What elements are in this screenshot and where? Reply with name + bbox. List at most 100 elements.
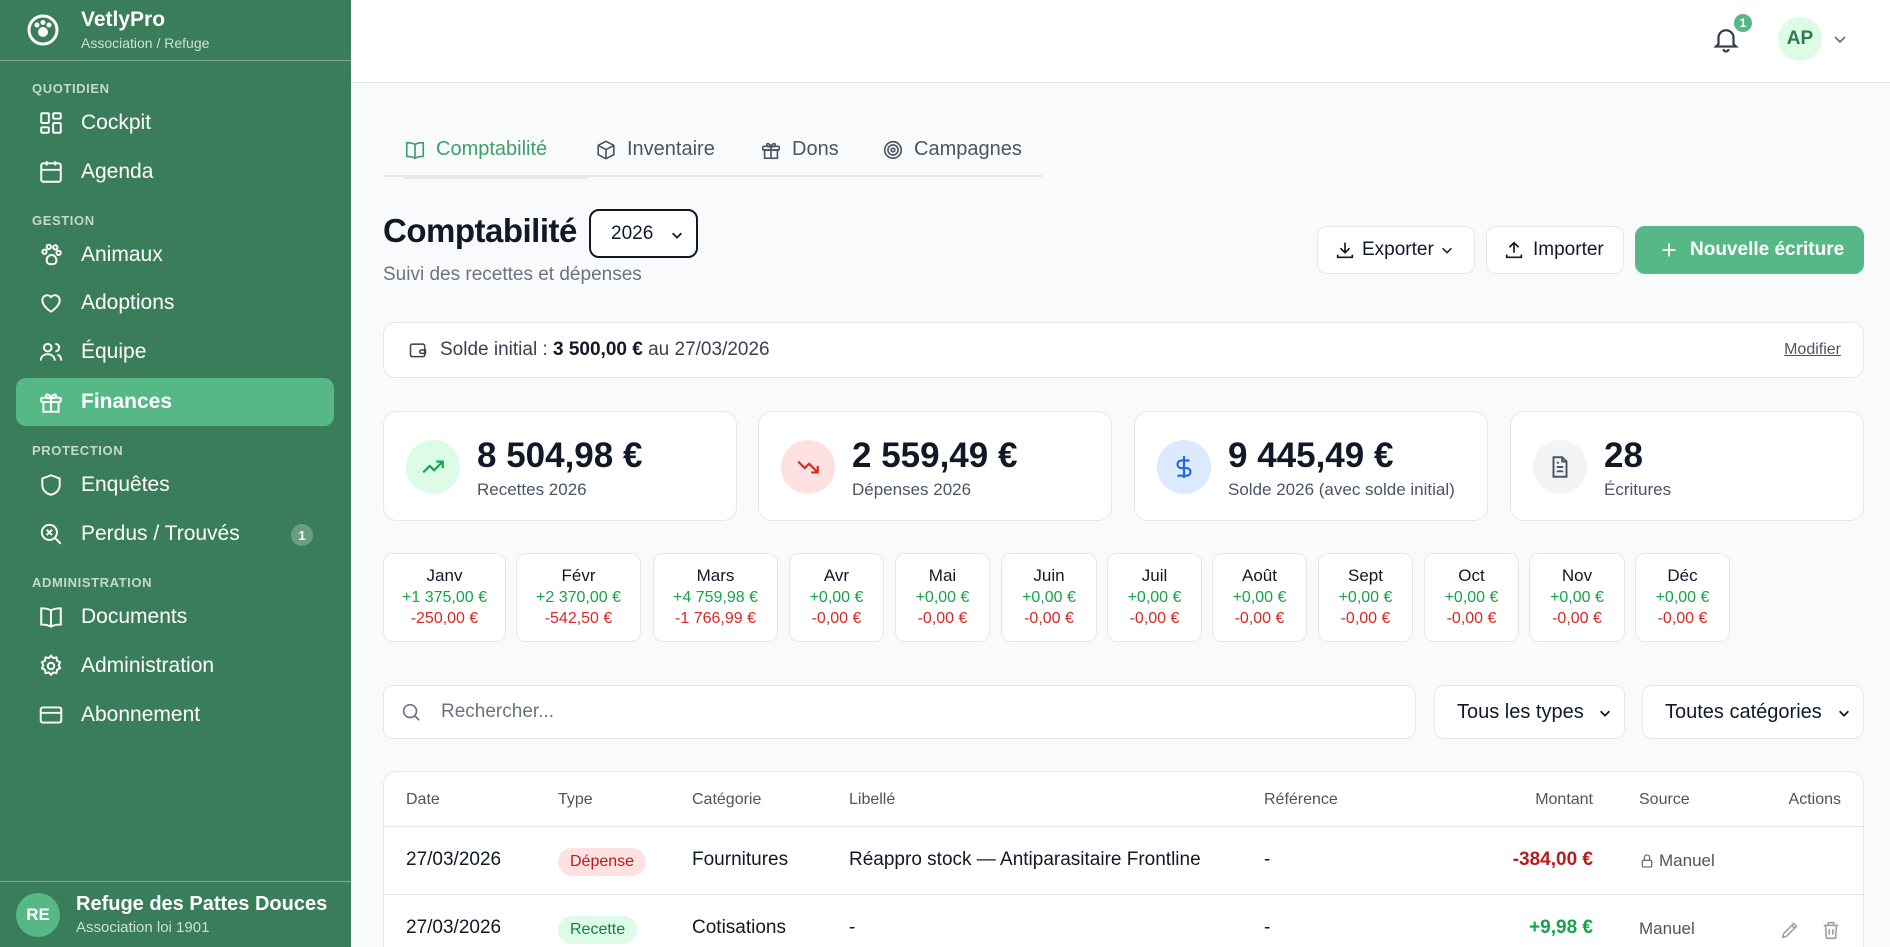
- sidebar-item-cockpit[interactable]: Cockpit: [16, 99, 334, 147]
- month-income: +0,00 €: [915, 589, 970, 606]
- sidebar-item-abonnement[interactable]: Abonnement: [16, 691, 334, 739]
- sidebar-item-documents[interactable]: Documents: [16, 593, 334, 641]
- column-header-actions: Actions: [1788, 791, 1841, 808]
- chevron-down-icon[interactable]: [1832, 31, 1848, 47]
- sidebar-item-perdus-trouves[interactable]: Perdus / Trouvés 1: [16, 510, 334, 558]
- sidebar-item-equipe[interactable]: Équipe: [16, 328, 334, 376]
- month-card[interactable]: Janv +1 375,00 € -250,00 €: [383, 553, 506, 642]
- column-header-source[interactable]: Source: [1639, 791, 1690, 809]
- chevron-down-icon: [1839, 710, 1849, 717]
- column-header-date[interactable]: Date: [406, 791, 440, 809]
- sidebar-item-administration[interactable]: Administration: [16, 642, 334, 690]
- month-card[interactable]: Juil +0,00 € -0,00 €: [1107, 553, 1202, 642]
- stat-value: 2 559,49 €: [852, 436, 1018, 475]
- search-icon: [402, 703, 420, 721]
- tab-inventaire[interactable]: Inventaire: [595, 122, 715, 177]
- month-income: +0,00 €: [1232, 589, 1287, 606]
- column-header-reference[interactable]: Référence: [1264, 791, 1338, 809]
- cell-reference: -: [1264, 849, 1271, 870]
- edit-icon[interactable]: [1779, 919, 1801, 941]
- month-card[interactable]: Mars +4 759,98 € -1 766,99 €: [653, 553, 778, 642]
- month-card[interactable]: Août +0,00 € -0,00 €: [1212, 553, 1307, 642]
- month-expense: -0,00 €: [1129, 610, 1180, 627]
- table-row[interactable]: 27/03/2026 Dépense Fournitures Réappro s…: [384, 827, 1863, 895]
- month-expense: -0,00 €: [811, 610, 862, 627]
- month-expense: -0,00 €: [1024, 610, 1074, 627]
- tab-dons[interactable]: Dons: [760, 122, 839, 177]
- search-input[interactable]: [441, 701, 1341, 723]
- stat-icon-wrap: [1157, 440, 1211, 494]
- stat-card-entries: 28 Écritures: [1510, 411, 1864, 521]
- month-card[interactable]: Juin +0,00 € -0,00 €: [1001, 553, 1097, 642]
- type-filter-select[interactable]: Tous les types: [1434, 685, 1625, 739]
- logo-icon: [27, 14, 59, 46]
- sidebar-item-agenda[interactable]: Agenda: [16, 148, 334, 196]
- month-name: Déc: [1667, 566, 1698, 585]
- section-label-administration: ADMINISTRATION: [32, 575, 153, 590]
- sidebar-item-label: Enquêtes: [81, 473, 170, 496]
- sidebar-item-animaux[interactable]: Animaux: [16, 231, 334, 279]
- year-select[interactable]: 2026: [589, 209, 698, 258]
- tab-label: Comptabilité: [436, 138, 548, 160]
- month-card[interactable]: Avr +0,00 € -0,00 €: [789, 553, 884, 642]
- month-income: +0,00 €: [1550, 589, 1604, 606]
- column-header-label[interactable]: Libellé: [849, 791, 895, 809]
- month-expense: -0,00 €: [1234, 610, 1285, 627]
- column-header-amount[interactable]: Montant: [1535, 791, 1593, 809]
- paw-icon: [41, 243, 62, 266]
- import-button[interactable]: Importer: [1486, 226, 1624, 274]
- cell-category: Fournitures: [692, 849, 789, 870]
- stat-value: 9 445,49 €: [1228, 436, 1394, 475]
- org-avatar: RE: [16, 892, 60, 937]
- initial-balance-bar: Solde initial : 3 500,00 € au 27/03/2026…: [383, 322, 1864, 378]
- notification-badge: 1: [1732, 12, 1754, 34]
- tab-campagnes[interactable]: Campagnes: [882, 122, 1022, 177]
- sidebar: VetlyPro Association / Refuge QUOTIDIEN …: [0, 0, 351, 947]
- month-card[interactable]: Déc +0,00 € -0,00 €: [1635, 553, 1730, 642]
- sidebar-item-label: Agenda: [81, 160, 154, 183]
- brand-subtitle: Association / Refuge: [81, 35, 210, 51]
- organization-card[interactable]: RE Refuge des Pattes Douces Association …: [0, 881, 351, 947]
- gift-icon: [761, 142, 781, 159]
- new-entry-button[interactable]: Nouvelle écriture: [1635, 226, 1864, 274]
- sidebar-item-label: Finances: [81, 390, 173, 413]
- month-card[interactable]: Oct +0,00 € -0,00 €: [1424, 553, 1519, 642]
- sidebar-item-label: Animaux: [81, 243, 163, 266]
- chevron-down-icon: [1441, 247, 1452, 254]
- table-row[interactable]: 27/03/2026 Recette Cotisations - - +9,98…: [384, 895, 1863, 947]
- modify-balance-link[interactable]: Modifier: [1784, 341, 1841, 359]
- user-avatar[interactable]: AP: [1778, 17, 1822, 61]
- org-name: Refuge des Pattes Douces: [76, 893, 328, 915]
- export-button[interactable]: Exporter: [1317, 226, 1475, 274]
- month-name: Août: [1242, 566, 1277, 585]
- trash-icon[interactable]: [1820, 919, 1842, 941]
- month-card[interactable]: Nov +0,00 € -0,00 €: [1529, 553, 1625, 642]
- month-card[interactable]: Févr +2 370,00 € -542,50 €: [516, 553, 641, 642]
- sidebar-item-label: Administration: [81, 654, 215, 677]
- brand[interactable]: VetlyPro Association / Refuge: [0, 0, 351, 61]
- export-label: Exporter: [1362, 239, 1434, 260]
- search-box: [383, 685, 1416, 739]
- balance-amount: 3 500,00 €: [553, 339, 643, 360]
- heart-icon: [41, 294, 61, 313]
- cell-date: 27/03/2026: [406, 849, 502, 870]
- source-label: Manuel: [1639, 919, 1695, 938]
- sidebar-item-adoptions[interactable]: Adoptions: [16, 279, 334, 327]
- book-open-icon: [405, 141, 425, 159]
- month-card[interactable]: Mai +0,00 € -0,00 €: [895, 553, 990, 642]
- cell-date: 27/03/2026: [406, 917, 502, 938]
- category-filter-select[interactable]: Toutes catégories: [1642, 685, 1864, 739]
- file-text-icon: [1552, 456, 1568, 478]
- month-income: +4 759,98 €: [673, 589, 758, 606]
- column-header-type[interactable]: Type: [558, 791, 593, 809]
- section-label-quotidien: QUOTIDIEN: [32, 81, 110, 96]
- tab-label: Inventaire: [627, 138, 715, 160]
- month-card[interactable]: Sept +0,00 € -0,00 €: [1318, 553, 1413, 642]
- sidebar-item-label: Documents: [81, 605, 188, 628]
- tab-comptabilite[interactable]: Comptabilité: [404, 122, 588, 179]
- stat-card-balance: 9 445,49 € Solde 2026 (avec solde initia…: [1134, 411, 1488, 521]
- sidebar-item-enquetes[interactable]: Enquêtes: [16, 461, 334, 509]
- new-entry-label: Nouvelle écriture: [1690, 239, 1845, 260]
- column-header-category[interactable]: Catégorie: [692, 791, 761, 809]
- sidebar-item-finances[interactable]: Finances: [16, 378, 334, 426]
